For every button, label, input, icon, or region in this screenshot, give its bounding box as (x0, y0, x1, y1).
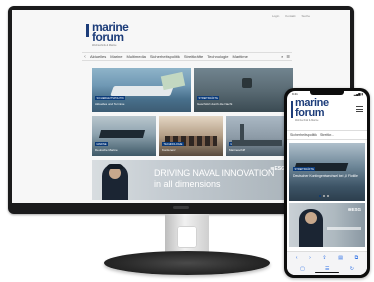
forward-icon[interactable]: › (309, 255, 311, 261)
status-time: 9:41 (292, 92, 298, 96)
logo-bar-icon (86, 24, 89, 37)
article-caption: Aktuelles und Termine (95, 102, 125, 106)
sailor-image (299, 209, 323, 247)
article-tag: STREITKRÄFTE (293, 167, 316, 171)
article-tile-1[interactable]: SICHERHEITSPOLITIK Aktuelles und Termine (92, 68, 191, 112)
contact-link[interactable]: Kontakt (285, 14, 295, 18)
hero-article[interactable]: STREITKRÄFTE Deutscher Kontingentwechsel… (289, 143, 365, 201)
login-link[interactable]: Login (272, 14, 279, 18)
article-tile-3[interactable]: MARINE Deutsche Marine (92, 116, 156, 156)
article-caption: Konferenz (162, 148, 176, 152)
back-icon[interactable]: ‹ (296, 255, 298, 261)
monitor-stand-base (104, 251, 270, 275)
article-caption: Deutsche Marine (95, 148, 118, 152)
banner-title: DRIVING NAVAL INNOVATION (154, 168, 275, 178)
nav-item-streitkraefte[interactable]: Streitkr... (320, 133, 334, 137)
nav-item-technologie[interactable]: Technologie (207, 54, 228, 59)
article-tag: SICHERHEITSPOLITIK (95, 96, 126, 100)
article-tag: MARINE (95, 142, 109, 146)
phone-notch (310, 91, 344, 95)
esg-logo: ≋ESG (347, 207, 361, 212)
nav-tools: ⌕ ☰ (281, 54, 290, 59)
monitor-logo-icon (173, 206, 189, 209)
carousel-dots[interactable] (319, 195, 329, 197)
article-caption: Deutscher Kontingentwechsel bei „Il Flot… (293, 174, 358, 178)
esg-advertisement[interactable]: ≋ESG (289, 203, 365, 247)
article-caption: Marineschiff (229, 148, 246, 152)
article-tag: MARINE (229, 142, 243, 146)
logo-line-2: forum (92, 30, 124, 44)
search-icon[interactable]: ⌕ (281, 54, 283, 59)
nav-items: Aktuelles Marine Multimedia Sicherheitsp… (88, 54, 248, 59)
hamburger-menu-icon[interactable] (356, 106, 363, 112)
carousel-dot[interactable] (323, 195, 325, 197)
nav-item-multimedia[interactable]: Multimedia (126, 54, 145, 59)
share-icon[interactable]: ⇪ (322, 255, 326, 261)
ad-text-line (327, 227, 361, 230)
phone-site-logo[interactable]: marine forum (295, 98, 329, 119)
browser-toolbar: ‹ › ⇪ ▤ ⧉ ▢ ☰ ↻ (287, 251, 367, 275)
article-tile-5[interactable]: MARINE Marineschiff (226, 116, 293, 156)
nav-item-streitkraefte[interactable]: Streitkräfte (184, 54, 203, 59)
esg-logo: ≋ESG (270, 166, 285, 172)
nav-item-sicherheitspolitik[interactable]: Sicherheitspolitik (290, 133, 317, 137)
nav-item-maritime[interactable]: Maritime (233, 54, 248, 59)
sailor-image (102, 164, 128, 200)
nav-item-marine[interactable]: Marine (110, 54, 122, 59)
logo-line-2: forum (295, 107, 325, 119)
banner-subtitle: in all dimensions (154, 179, 221, 189)
menu-icon[interactable]: ☰ (325, 266, 329, 272)
tabs-icon[interactable]: ⧉ (355, 255, 359, 261)
logo-tagline: Wehrtechnik & Marine (295, 119, 319, 122)
article-tile-2[interactable]: STREITKRÄFTE Geschützt durch die Nacht (194, 68, 293, 112)
bookmarks-icon[interactable]: ▤ (338, 255, 343, 261)
reload-icon[interactable]: ↻ (350, 266, 354, 272)
logo-tagline: Wehrtechnik & Marine (92, 44, 117, 47)
article-tag: TECHNOLOGIE (162, 142, 184, 146)
status-icons: ▂▄▆ ▮ (353, 92, 363, 96)
article-tag: STREITKRÄFTE (197, 96, 220, 100)
carousel-dot[interactable] (319, 195, 321, 197)
nav-item-aktuelles[interactable]: Aktuelles (90, 54, 106, 59)
phone-screen: 9:41 ▂▄▆ ▮ marine forum Wehrtechnik & Ma… (287, 91, 367, 275)
stop-icon[interactable]: ▢ (300, 266, 305, 272)
search-link[interactable]: Suche (301, 14, 310, 18)
article-tile-4[interactable]: TECHNOLOGIE Konferenz (159, 116, 223, 156)
smartphone: 9:41 ▂▄▆ ▮ marine forum Wehrtechnik & Ma… (284, 88, 370, 278)
logo-bar-icon (291, 101, 293, 118)
esg-advertisement-banner[interactable]: DRIVING NAVAL INNOVATION in all dimensio… (92, 160, 293, 200)
phone-navigation: Sicherheitspolitik Streitkr... (287, 130, 367, 140)
article-caption: Geschützt durch die Nacht (197, 102, 233, 106)
home-indicator[interactable] (315, 271, 339, 273)
main-navigation: ‹ Aktuelles Marine Multimedia Sicherheit… (82, 52, 292, 61)
utility-links: Login Kontakt Suche (272, 14, 310, 18)
nav-item-sicherheitspolitik[interactable]: Sicherheitspolitik (150, 54, 180, 59)
menu-icon[interactable]: ☰ (286, 54, 290, 59)
carousel-dot[interactable] (327, 195, 329, 197)
